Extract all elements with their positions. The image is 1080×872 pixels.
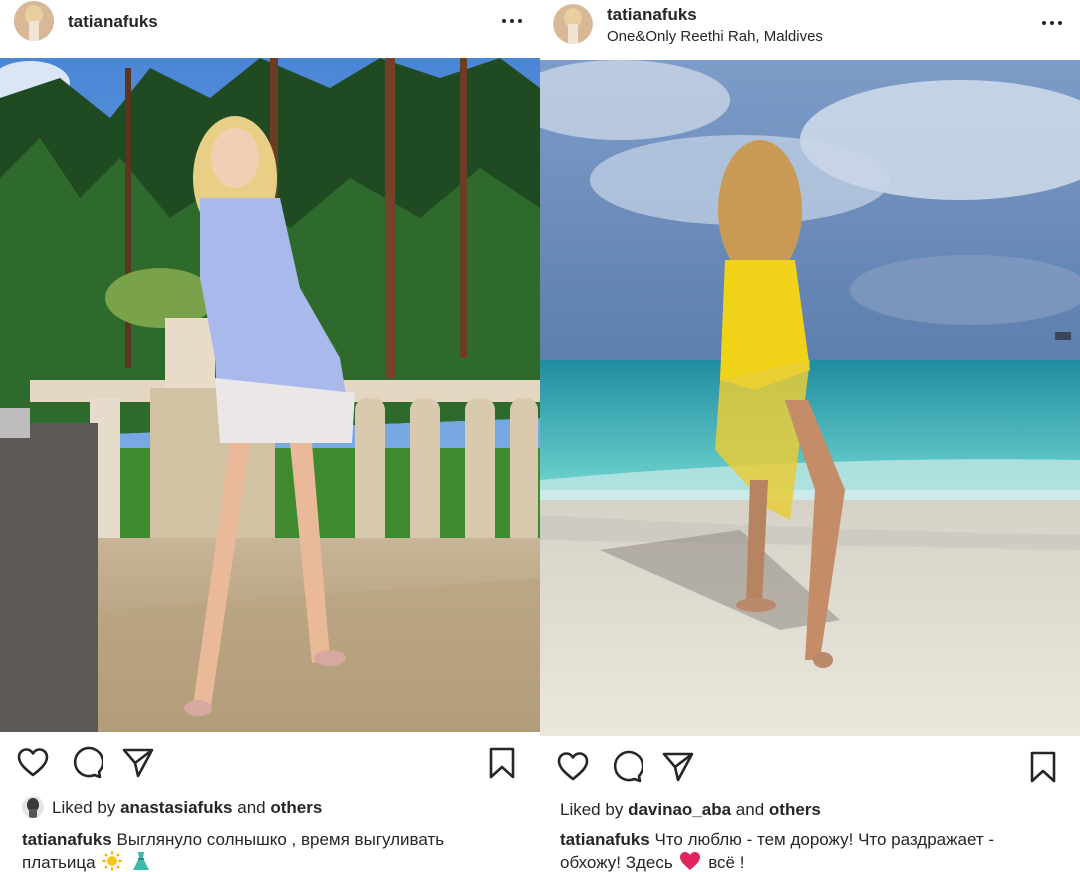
caption-text-line1: Выглянуло солнышко , время выгуливать (116, 830, 445, 849)
post-action-bar (0, 746, 540, 786)
liked-others-link[interactable]: others (769, 800, 821, 819)
liked-and-label: and (237, 798, 266, 817)
comment-bubble-icon[interactable] (609, 750, 645, 784)
location-link[interactable]: One&Only Reethi Rah, Maldives (607, 28, 823, 45)
post-header: tatianafuks (0, 0, 540, 58)
paper-plane-icon[interactable] (121, 746, 155, 780)
heart-icon[interactable] (16, 746, 50, 780)
caption-username-link[interactable]: tatianafuks (560, 830, 650, 849)
likes-summary: Liked by anastasiafuks and others (52, 798, 322, 818)
profile-avatar[interactable] (14, 1, 54, 41)
liked-user-link[interactable]: anastasiafuks (120, 798, 232, 817)
post-photo[interactable] (0, 58, 540, 732)
post-card-left: tatianafuks Liked by anastasiafuks and o… (0, 0, 540, 872)
dress-emoji (131, 851, 151, 872)
more-options-icon[interactable] (502, 19, 522, 25)
caption-text-line2b: всё ! (708, 853, 745, 872)
likes-summary: Liked by davinao_aba and others (560, 800, 821, 820)
caption-text-line2: платьица (22, 853, 96, 872)
liked-by-label: Liked by (560, 800, 624, 819)
username-link[interactable]: tatianafuks (607, 5, 697, 25)
red-heart-emoji (679, 851, 701, 872)
caption-username-link[interactable]: tatianafuks (22, 830, 112, 849)
liked-user-link[interactable]: davinao_aba (628, 800, 731, 819)
caption-text-line1: Что люблю - тем дорожу! Что раздражает - (654, 830, 995, 849)
caption-text-line2a: обхожу! Здесь (560, 853, 673, 872)
post-photo[interactable] (540, 60, 1080, 736)
bookmark-icon[interactable] (1026, 750, 1060, 784)
liked-and-label: and (735, 800, 765, 819)
paper-plane-icon[interactable] (661, 750, 695, 784)
post-card-right: tatianafuks One&Only Reethi Rah, Maldive… (540, 0, 1080, 872)
heart-icon[interactable] (556, 750, 590, 784)
liker-avatar[interactable] (22, 796, 44, 818)
liked-by-label: Liked by (52, 798, 116, 817)
post-caption: tatianafuks Что люблю - тем дорожу! Что … (560, 829, 1070, 872)
profile-avatar[interactable] (553, 4, 593, 44)
sun-emoji (102, 851, 122, 872)
more-options-icon[interactable] (1042, 21, 1062, 27)
username-link[interactable]: tatianafuks (68, 12, 158, 32)
post-header: tatianafuks One&Only Reethi Rah, Maldive… (540, 0, 1080, 58)
comment-bubble-icon[interactable] (69, 746, 105, 780)
post-caption: tatianafuks Выглянуло солнышко , время в… (22, 829, 532, 872)
liked-others-link[interactable]: others (270, 798, 322, 817)
bookmark-icon[interactable] (485, 746, 519, 780)
post-action-bar (540, 750, 1080, 790)
